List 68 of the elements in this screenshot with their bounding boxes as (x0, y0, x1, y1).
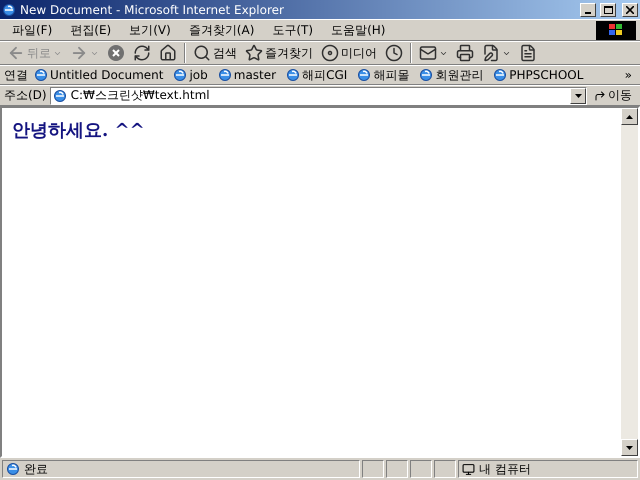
go-button[interactable]: 이동 (590, 87, 636, 104)
browser-icon (419, 68, 434, 82)
menu-item[interactable]: 편집(E) (62, 20, 120, 40)
browser-icon (6, 462, 20, 476)
search-button[interactable]: 검색 (190, 43, 240, 63)
more-links-button[interactable]: » (620, 68, 636, 82)
scroll-down-button[interactable] (621, 439, 638, 456)
search-icon (193, 44, 211, 62)
browser-icon (357, 68, 372, 82)
up-arrow-icon (626, 114, 633, 118)
zone-text: 내 컴퓨터 (479, 460, 531, 478)
link-button[interactable]: 해피CGI (282, 66, 352, 84)
mail-icon (419, 44, 437, 62)
menu-item[interactable]: 파일(F) (4, 20, 60, 40)
down-arrow-icon (626, 446, 633, 450)
url-text: C:₩스크린샷₩text.html (70, 87, 210, 104)
windows-logo (596, 20, 636, 40)
status-pane (410, 460, 432, 478)
link-button[interactable]: Untitled Document (30, 68, 168, 82)
maximize-icon (604, 6, 612, 14)
menu-item[interactable]: 도움말(H) (323, 20, 394, 40)
go-arrow-icon (594, 90, 606, 102)
media-button[interactable]: 미디어 (318, 43, 380, 63)
dropdown-button[interactable] (570, 88, 586, 104)
computer-icon (462, 462, 475, 476)
link-button[interactable]: 해피몰 (353, 66, 414, 84)
browser-icon (286, 68, 300, 82)
status-text: 완료 (24, 460, 48, 478)
status-pane (386, 460, 408, 478)
document-icon (519, 44, 537, 62)
links-label: 연결 (4, 66, 28, 84)
minimize-icon (585, 12, 591, 14)
forward-arrow-icon (70, 44, 88, 62)
clock-icon (385, 44, 403, 62)
browser-icon (2, 2, 16, 16)
printer-icon (456, 44, 474, 62)
scrollbar[interactable] (621, 108, 638, 456)
browser-icon (173, 68, 188, 82)
refresh-icon (133, 44, 151, 62)
browser-icon (34, 68, 48, 82)
link-button[interactable]: master (214, 68, 280, 82)
close-button[interactable] (622, 2, 638, 16)
address-field[interactable]: C:₩스크린샷₩text.html (50, 86, 587, 104)
scroll-up-button[interactable] (621, 108, 638, 125)
page-heading: 안녕하세요. ^^ (12, 119, 145, 142)
browser-icon (218, 68, 232, 82)
star-icon (245, 44, 263, 62)
address-label: 주소(D) (4, 87, 47, 104)
link-button[interactable]: 회원관리 (415, 66, 488, 84)
favorites-button[interactable]: 즐겨찾기 (242, 43, 316, 63)
document-edit-icon (482, 44, 500, 62)
minimize-button[interactable] (580, 2, 596, 16)
status-pane (434, 460, 456, 478)
close-icon (626, 6, 634, 14)
status-pane (362, 460, 384, 478)
link-button[interactable]: PHPSCHOOL (489, 68, 588, 82)
window-title: New Document - Microsoft Internet Explorer (20, 2, 285, 16)
maximize-button[interactable] (600, 2, 616, 16)
menu-item[interactable]: 도구(T) (264, 20, 322, 40)
menu-item[interactable]: 보기(V) (121, 20, 179, 40)
disc-icon (321, 44, 339, 62)
stop-icon (107, 44, 125, 62)
home-icon (159, 44, 177, 62)
browser-icon (52, 88, 67, 102)
link-button[interactable]: job (169, 68, 212, 82)
menu-item[interactable]: 즐겨찾기(A) (180, 20, 262, 40)
browser-icon (493, 68, 508, 82)
caret-icon (574, 94, 582, 98)
